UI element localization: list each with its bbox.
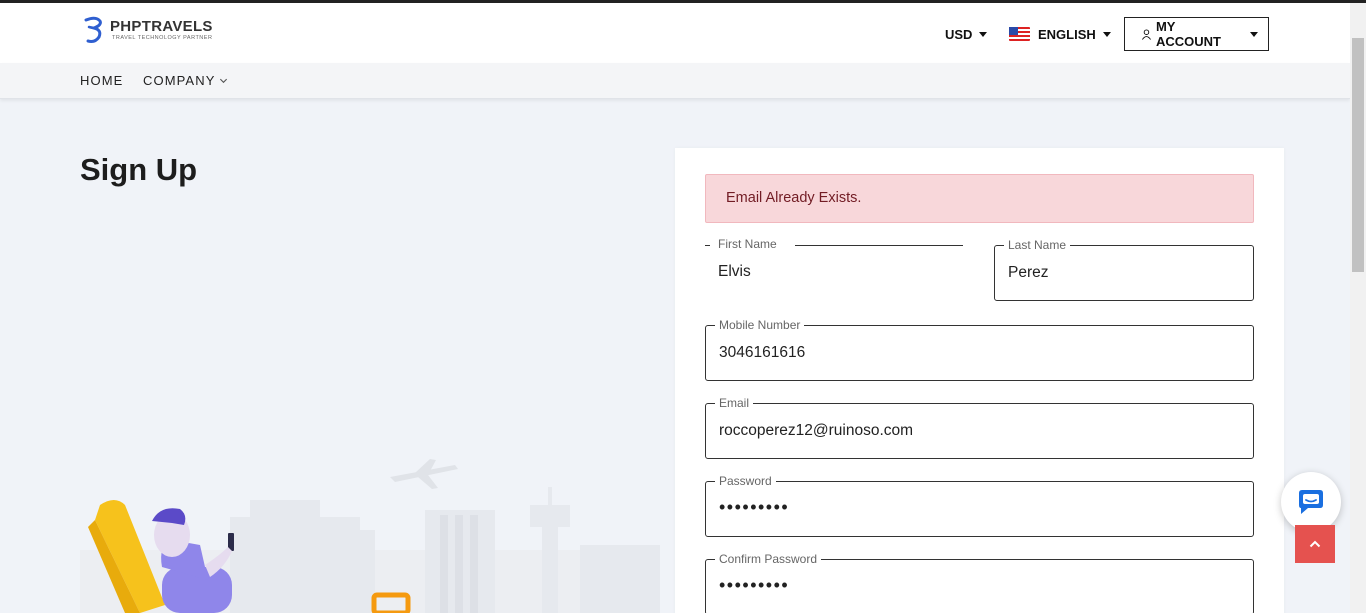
user-icon [1141,28,1151,40]
mobile-number-value: 3046161616 [719,344,806,361]
password-field[interactable]: Password ••••••••• [705,473,1254,537]
nav-company[interactable]: COMPANY [143,73,228,88]
nav-company-label: COMPANY [143,73,216,88]
chat-icon [1299,490,1323,514]
first-name-value: Elvis [718,263,751,280]
chevron-down-icon [220,78,228,84]
last-name-label: Last Name [1004,237,1071,253]
mobile-number-label: Mobile Number [715,317,805,333]
caret-down-icon [1250,31,1258,37]
email-value: roccoperez12@ruinoso.com [719,422,914,439]
password-value: ••••••••• [719,497,790,517]
error-alert: Email Already Exists. [705,174,1254,223]
site-header: PHPTRAVELS TRAVEL TECHNOLOGY PARTNER USD… [0,3,1350,63]
chevron-up-icon [1309,540,1321,548]
nav-home[interactable]: HOME [80,73,123,88]
confirm-password-value: ••••••••• [719,575,790,595]
email-field[interactable]: Email roccoperez12@ruinoso.com [705,395,1254,459]
chat-button[interactable] [1281,472,1341,532]
first-name-field[interactable]: First Name Elvis [705,236,963,301]
caret-down-icon [1102,31,1111,37]
currency-dropdown[interactable]: USD [945,17,988,51]
confirm-password-field[interactable]: Confirm Password ••••••••• [705,551,1254,613]
logo[interactable]: PHPTRAVELS TRAVEL TECHNOLOGY PARTNER [82,16,213,44]
email-label: Email [715,395,754,411]
logo-title: PHPTRAVELS [110,18,213,35]
password-label: Password [715,473,776,489]
language-label: ENGLISH [1038,26,1096,42]
currency-label: USD [945,26,973,42]
main-nav: HOME COMPANY [0,63,1350,99]
logo-subtitle: TRAVEL TECHNOLOGY PARTNER [112,35,213,41]
us-flag-icon [1009,27,1030,41]
phptravels-logo-icon [84,16,102,43]
last-name-field[interactable]: Last Name Perez [994,237,1254,301]
page-title: Sign Up [80,152,198,187]
my-account-button[interactable]: MY ACCOUNT [1124,17,1269,51]
scrollbar-thumb[interactable] [1352,38,1364,272]
mobile-number-field[interactable]: Mobile Number 3046161616 [705,317,1254,381]
travel-illustration [80,459,660,613]
last-name-value: Perez [1008,264,1049,281]
confirm-password-label: Confirm Password [715,551,822,567]
first-name-label: First Name [714,236,781,252]
caret-down-icon [979,31,988,37]
my-account-label: MY ACCOUNT [1155,19,1221,49]
back-to-top-button[interactable] [1295,525,1335,563]
language-dropdown[interactable]: ENGLISH [1009,17,1111,51]
